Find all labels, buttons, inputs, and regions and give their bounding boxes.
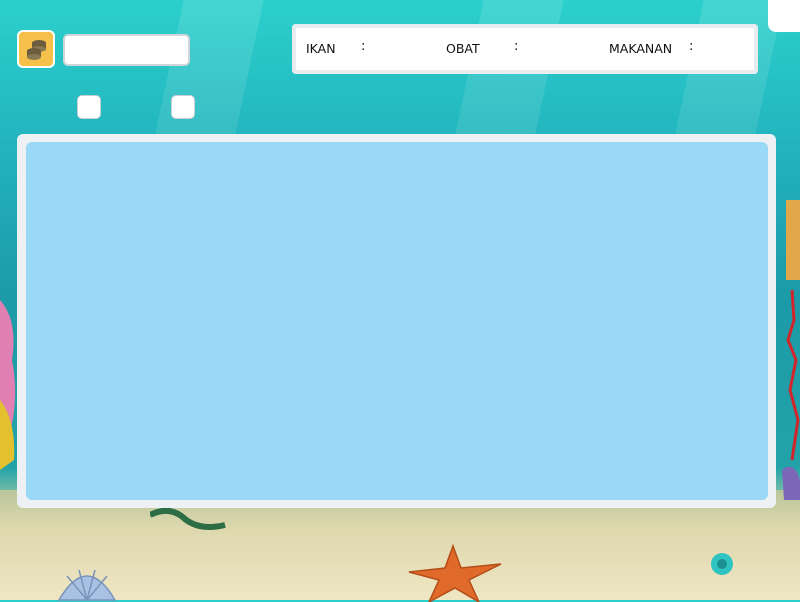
makanan-label: MAKANAN [609, 41, 673, 56]
stats-panel: IKAN : OBAT : MAKANAN : [292, 24, 758, 74]
right-coral-icon [782, 200, 800, 500]
spiral-shell-icon [711, 553, 733, 575]
starfish-icon [408, 543, 502, 602]
aquarium-tank[interactable] [26, 142, 768, 500]
checkbox-2[interactable] [171, 95, 195, 119]
ikan-separator: : [361, 39, 366, 54]
ikan-label: IKAN [306, 41, 336, 56]
checkbox-1[interactable] [77, 95, 101, 119]
seashell-icon [57, 569, 117, 601]
obat-separator: : [514, 39, 519, 54]
obat-label: OBAT [446, 41, 480, 56]
coin-stack-icon [27, 40, 46, 60]
seaweed-icon [150, 507, 226, 530]
money-display [63, 34, 190, 66]
coin-button[interactable] [17, 30, 55, 68]
corner-tab[interactable] [768, 0, 800, 32]
makanan-separator: : [689, 39, 694, 54]
